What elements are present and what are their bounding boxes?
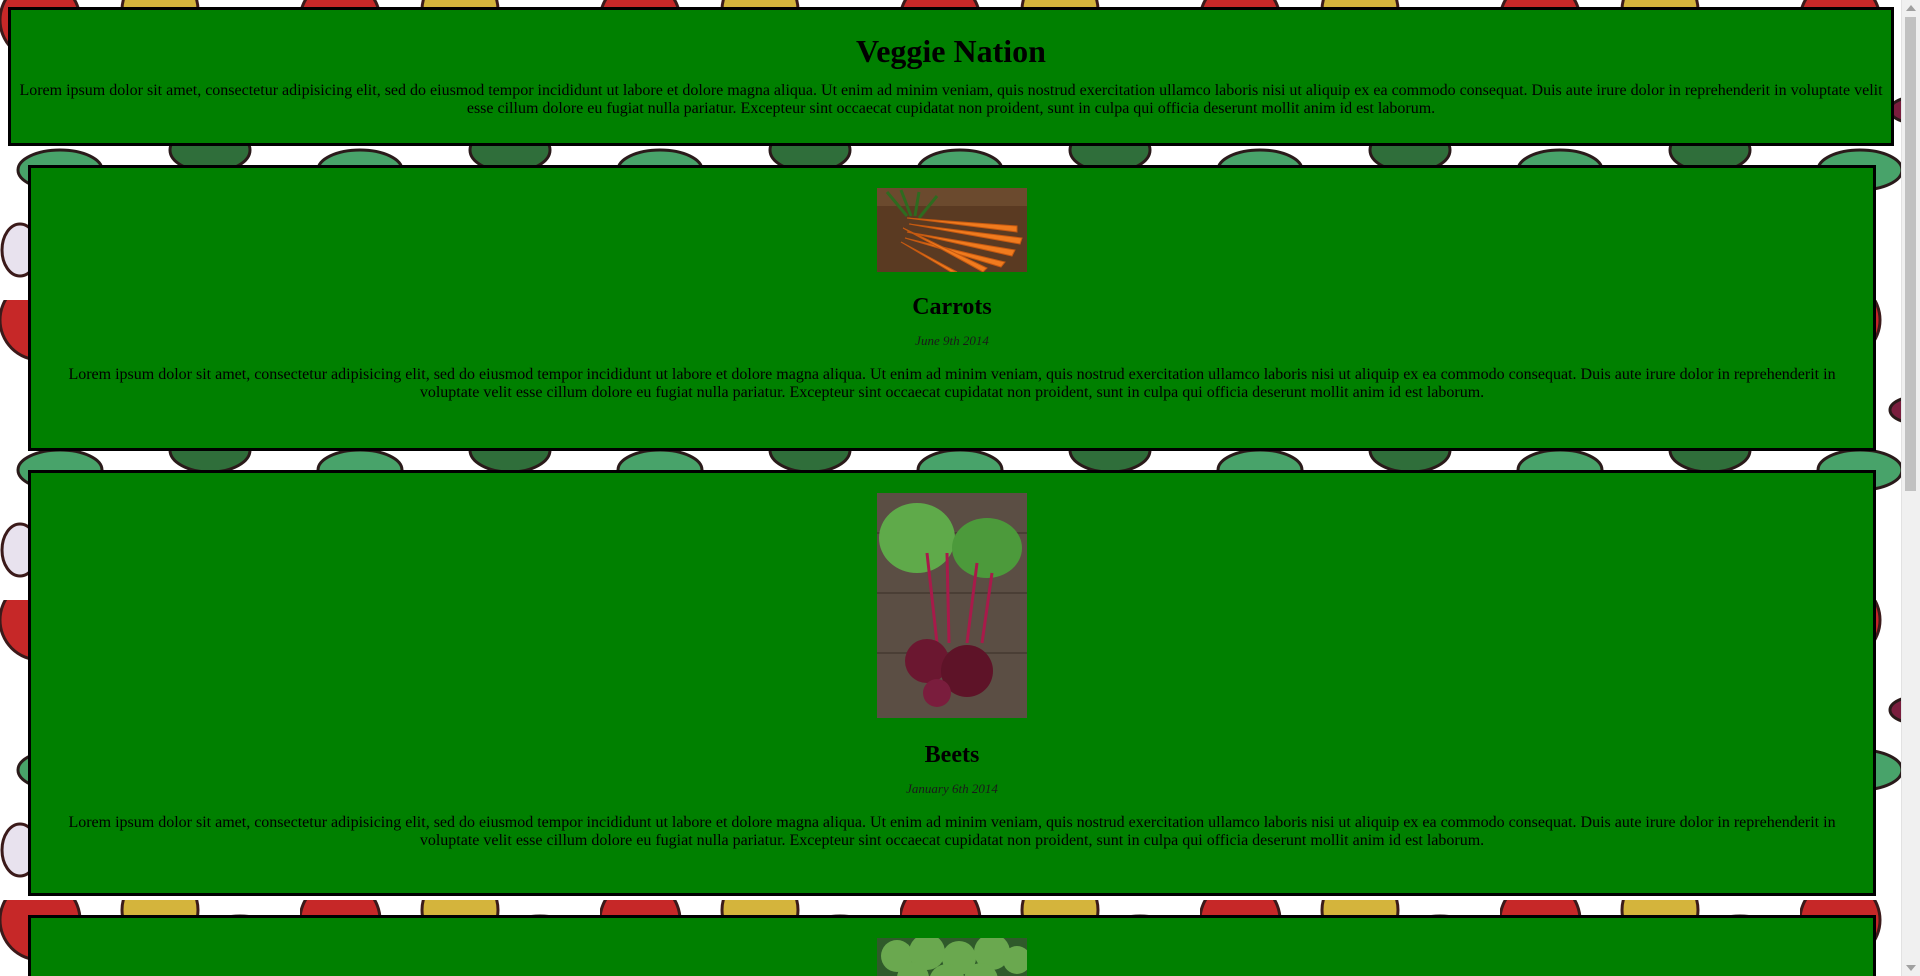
scrollbar-thumb[interactable]	[1905, 17, 1916, 491]
site-intro: Lorem ipsum dolor sit amet, consectetur …	[19, 82, 1883, 117]
beets-photo	[877, 493, 1027, 718]
page-scrollbar[interactable]	[1901, 0, 1920, 976]
article-carrots: Carrots June 9th 2014 Lorem ipsum dolor …	[28, 165, 1876, 451]
site-title: Veggie Nation	[856, 33, 1046, 69]
article-date: June 9th 2014	[915, 333, 989, 348]
article-title: Beets	[924, 742, 980, 768]
article-date: January 6th 2014	[906, 781, 998, 796]
scroll-up-arrow-icon[interactable]	[1906, 5, 1916, 11]
article-broccoli	[28, 915, 1876, 976]
article-beets: Beets January 6th 2014 Lorem ipsum dolor…	[28, 470, 1876, 896]
carrots-photo	[877, 188, 1027, 273]
article-body: Lorem ipsum dolor sit amet, consectetur …	[68, 814, 1836, 849]
article-body: Lorem ipsum dolor sit amet, consectetur …	[68, 366, 1836, 401]
article-title: Carrots	[912, 294, 992, 320]
site-header: Veggie Nation Lorem ipsum dolor sit amet…	[8, 7, 1894, 146]
broccoli-photo	[877, 934, 1031, 976]
scroll-down-arrow-icon[interactable]	[1906, 965, 1916, 971]
